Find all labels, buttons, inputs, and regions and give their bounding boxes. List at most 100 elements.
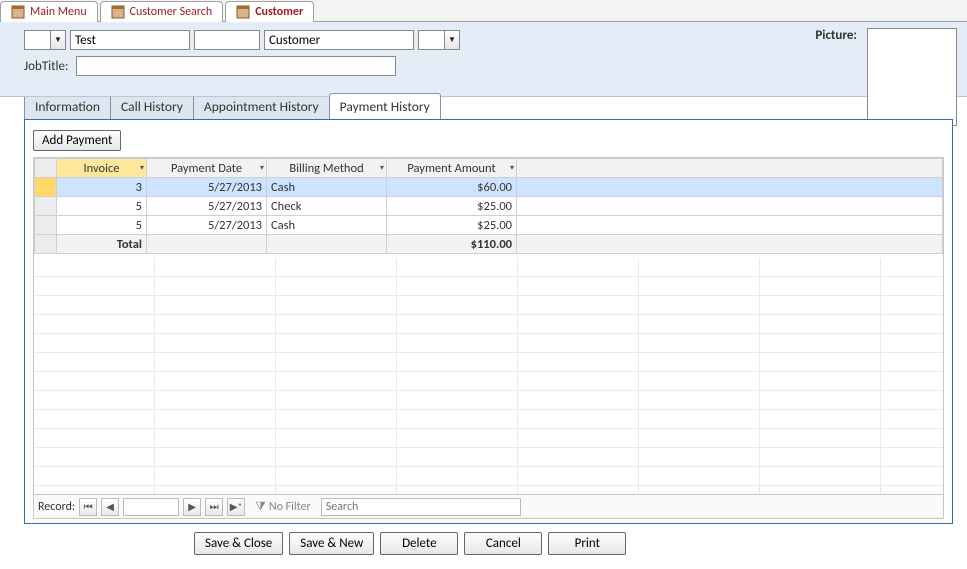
object-tab-label: Customer [255, 5, 303, 19]
cell-blank [147, 235, 267, 254]
row-selector[interactable] [35, 178, 57, 197]
chevron-down-icon[interactable]: ▼ [50, 30, 66, 50]
search-input[interactable] [321, 498, 521, 516]
cell-payment-amount[interactable]: $60.00 [387, 178, 517, 197]
row-selector-header[interactable] [35, 159, 57, 178]
table-row[interactable]: 5 5/27/2013 Cash $25.00 [35, 216, 943, 235]
button-label: Add Payment [42, 133, 112, 148]
col-header-billing-method[interactable]: Billing Method ▾ [267, 159, 387, 178]
col-label: Payment Date [171, 161, 242, 176]
button-label: Save & New [300, 536, 363, 551]
header-row: Invoice ▾ Payment Date ▾ Billing Method ▾ P… [35, 159, 943, 178]
cell-billing-method[interactable]: Cash [267, 178, 387, 197]
total-label-cell: Total [57, 235, 147, 254]
table-row[interactable]: 3 5/27/2013 Cash $60.00 [35, 178, 943, 197]
tab-label: Information [35, 98, 100, 115]
total-amount-cell: $110.00 [387, 235, 517, 254]
chevron-down-icon[interactable]: ▾ [140, 163, 144, 173]
cell-billing-method[interactable]: Check [267, 197, 387, 216]
cell-invoice[interactable]: 5 [57, 216, 147, 235]
col-header-invoice[interactable]: Invoice ▾ [57, 159, 147, 178]
title-suffix-input[interactable] [418, 30, 444, 50]
form-icon [11, 5, 25, 19]
cell-blank [517, 197, 943, 216]
cell-payment-amount[interactable]: $25.00 [387, 197, 517, 216]
total-row: Total $110.00 [35, 235, 943, 254]
record-number-input[interactable] [123, 498, 179, 516]
record-navigator: Record: ⏮ ◀ ▶ ⏭ ▶* ⧩ No Filter [33, 495, 944, 519]
form-icon [111, 5, 125, 19]
tab-label: Payment History [340, 98, 430, 115]
print-button[interactable]: Print [548, 532, 626, 555]
col-header-payment-amount[interactable]: Payment Amount ▾ [387, 159, 517, 178]
nav-last-button[interactable]: ⏭ [205, 498, 223, 516]
cell-payment-amount[interactable]: $25.00 [387, 216, 517, 235]
first-name-input[interactable] [70, 30, 190, 50]
jobtitle-input[interactable] [76, 56, 396, 76]
nav-next-button[interactable]: ▶ [183, 498, 201, 516]
col-header-payment-date[interactable]: Payment Date ▾ [147, 159, 267, 178]
customer-header: ▼ ▼ JobTitle: Picture: [0, 22, 967, 97]
chevron-down-icon[interactable]: ▾ [380, 163, 384, 173]
button-label: Delete [402, 536, 437, 551]
cancel-button[interactable]: Cancel [464, 532, 542, 555]
button-label: Save & Close [205, 536, 272, 551]
col-label: Payment Amount [407, 161, 495, 176]
row-selector[interactable] [35, 216, 57, 235]
jobtitle-label: JobTitle: [24, 59, 68, 74]
cell-blank [517, 235, 943, 254]
row-selector[interactable] [35, 197, 57, 216]
form-action-buttons: Save & Close Save & New Delete Cancel Pr… [24, 524, 953, 555]
object-tab-main-menu[interactable]: Main Menu [0, 1, 98, 22]
col-label: Billing Method [289, 161, 363, 176]
tab-body-payment-history: Add Payment Invoice ▾ Payment Date ▾ Billi… [24, 119, 953, 524]
cell-invoice[interactable]: 5 [57, 197, 147, 216]
nav-prev-button[interactable]: ◀ [101, 498, 119, 516]
save-close-button[interactable]: Save & Close [194, 532, 283, 555]
chevron-down-icon[interactable]: ▾ [510, 163, 514, 173]
tab-label: Appointment History [204, 98, 319, 115]
object-tab-customer-search[interactable]: Customer Search [100, 1, 224, 22]
funnel-icon: ⧩ [255, 500, 266, 514]
nav-first-button[interactable]: ⏮ [79, 498, 97, 516]
tab-payment-history[interactable]: Payment History [329, 93, 441, 119]
cell-payment-date[interactable]: 5/27/2013 [147, 197, 267, 216]
object-tab-label: Main Menu [30, 5, 87, 19]
title-prefix-input[interactable] [24, 30, 50, 50]
cell-payment-date[interactable]: 5/27/2013 [147, 216, 267, 235]
picture-label: Picture: [815, 28, 857, 43]
cell-invoice[interactable]: 3 [57, 178, 147, 197]
object-tabs: Main Menu Customer Search Customer [0, 0, 967, 22]
button-label: Print [575, 536, 600, 551]
save-new-button[interactable]: Save & New [289, 532, 374, 555]
button-label: Cancel [486, 536, 521, 551]
record-label: Record: [38, 500, 75, 514]
nav-new-button[interactable]: ▶* [227, 498, 245, 516]
object-tab-customer[interactable]: Customer [225, 1, 314, 22]
payment-datasheet: Invoice ▾ Payment Date ▾ Billing Method ▾ P… [33, 157, 944, 495]
cell-billing-method[interactable]: Cash [267, 216, 387, 235]
picture-box[interactable] [867, 28, 957, 126]
row-selector [35, 235, 57, 254]
form-icon [236, 5, 250, 19]
tab-label: Call History [121, 98, 183, 115]
add-payment-button[interactable]: Add Payment [33, 130, 121, 151]
no-filter-indicator[interactable]: ⧩ No Filter [255, 500, 311, 514]
chevron-down-icon[interactable]: ▾ [260, 163, 264, 173]
middle-name-input[interactable] [194, 30, 260, 50]
object-tab-label: Customer Search [130, 5, 213, 19]
title-suffix-combo[interactable]: ▼ [418, 30, 460, 50]
grid-background [34, 258, 943, 494]
delete-button[interactable]: Delete [380, 532, 458, 555]
col-header-blank [517, 159, 943, 178]
table-row[interactable]: 5 5/27/2013 Check $25.00 [35, 197, 943, 216]
col-label: Invoice [83, 161, 119, 176]
cell-blank [517, 178, 943, 197]
chevron-down-icon[interactable]: ▼ [444, 30, 460, 50]
title-prefix-combo[interactable]: ▼ [24, 30, 66, 50]
cell-blank [517, 216, 943, 235]
no-filter-label: No Filter [269, 500, 311, 514]
cell-payment-date[interactable]: 5/27/2013 [147, 178, 267, 197]
cell-blank [267, 235, 387, 254]
last-name-input[interactable] [264, 30, 414, 50]
